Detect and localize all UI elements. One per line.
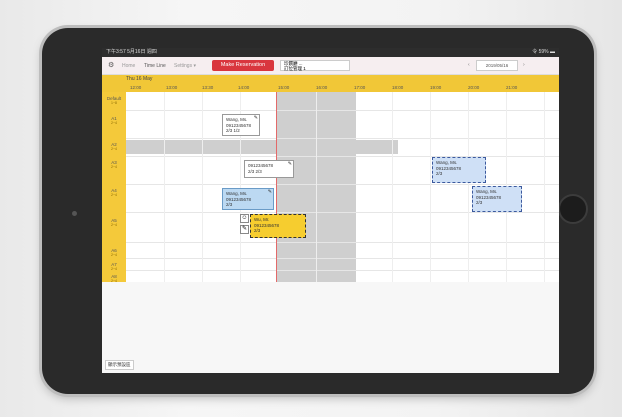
status-time: 下午3:57 5月16日 週四 <box>106 49 157 55</box>
hour-label: 16:00 <box>316 85 328 90</box>
grid-row-line <box>126 270 559 271</box>
hour-label: 17:00 <box>354 85 366 90</box>
blocked-table-shade <box>126 140 398 154</box>
hour-label: 21:00 <box>506 85 518 90</box>
shop-line-2: 訂位管理 1 <box>284 66 306 71</box>
date-label: Thu 16 May <box>126 76 153 82</box>
note-icon: ✎ <box>253 115 258 121</box>
grid-col-line <box>430 92 431 282</box>
reservation-card[interactable]: 0912345678 2/3 2/3 ✎ <box>244 160 294 178</box>
tablet-device: 下午3:57 5月16日 週四 令 59% ▬ ⚙ Home Time Line… <box>42 28 594 394</box>
row-label[interactable]: Default 1~8 <box>102 96 126 105</box>
row-label[interactable]: A6 2~4 <box>102 248 126 257</box>
note-icon: ✎ <box>287 161 292 167</box>
reservation-card[interactable]: Wang, Ms. 0912345678 2/3 <box>432 157 486 183</box>
note-icon: ✎ <box>267 189 272 195</box>
row-label[interactable]: A2 2~4 <box>102 142 126 151</box>
reservation-card[interactable]: Wang, Ms. 0912345678 2/3 <box>472 186 522 212</box>
row-label[interactable]: A1 2~4 <box>102 116 126 125</box>
hour-label: 12:00 <box>130 85 142 90</box>
show-default-area-button[interactable]: 顯示預設區 <box>105 360 134 370</box>
reservation-card[interactable]: Wang, Ms. 0912345678 2/3 ✎ <box>222 188 274 210</box>
hour-label: 18:00 <box>392 85 404 90</box>
selected-reservation-card[interactable]: Wu, Mr. 0912345678 2/3 <box>250 214 306 238</box>
grid-col-line <box>544 92 545 282</box>
next-date-icon[interactable]: › <box>523 62 525 68</box>
prev-date-icon[interactable]: ‹ <box>468 62 470 68</box>
edit-icon[interactable]: ✎ <box>240 225 249 234</box>
grid-row-line <box>126 242 559 243</box>
grid-col-line <box>202 92 203 282</box>
row-label[interactable]: A5 2~4 <box>102 218 126 227</box>
reservation-card[interactable]: Wang, Ms. 0912345678 2/3 1/2 ✎ <box>222 114 260 136</box>
grid-row-line <box>126 184 559 185</box>
nav-timeline[interactable]: Time Line <box>144 63 166 69</box>
grid-row-line <box>126 110 559 111</box>
make-reservation-button[interactable]: Make Reservation <box>212 60 274 71</box>
shop-selector[interactable]: 珍饌廳 ... 訂位管理 1 <box>280 60 350 71</box>
status-bar: 下午3:57 5月16日 週四 令 59% ▬ <box>102 48 559 57</box>
hour-label: 13:00 <box>166 85 178 90</box>
current-time-line <box>276 92 277 282</box>
hour-label: 14:00 <box>238 85 250 90</box>
grid-col-line <box>468 92 469 282</box>
hour-label: 15:00 <box>278 85 290 90</box>
grid-row-line <box>126 258 559 259</box>
status-battery: 令 59% ▬ <box>532 49 555 55</box>
grid-row-line <box>126 156 559 157</box>
home-button[interactable] <box>558 194 588 224</box>
date-field[interactable]: 2019/05/16 <box>476 60 518 71</box>
grid-row-line <box>126 212 559 213</box>
person-icon[interactable]: ☺ <box>240 214 249 223</box>
timeline-grid[interactable]: Wang, Ms. 0912345678 2/3 1/2 ✎ 0912345678 2… <box>126 92 559 282</box>
nav-home[interactable]: Home <box>122 63 135 69</box>
app-logo-icon[interactable]: ⚙ <box>108 61 114 69</box>
top-toolbar: ⚙ Home Time Line Settings ▾ Make Reserva… <box>102 57 559 75</box>
grid-col-line <box>316 92 317 282</box>
camera <box>72 211 77 216</box>
nav-settings[interactable]: Settings ▾ <box>174 63 196 69</box>
row-label[interactable]: A7 2~4 <box>102 262 126 271</box>
table-label-column: Default 1~8 A1 2~4 A2 2~4 A3 2~4 A4 2~4 A5 2~4… <box>102 92 126 283</box>
row-label[interactable]: A3 2~4 <box>102 160 126 169</box>
timeline-header: Thu 16 May 12:00 13:00 13:30 14:00 15:00… <box>102 75 559 92</box>
hour-label: 19:00 <box>430 85 442 90</box>
empty-area: 顯示預設區 <box>102 282 559 373</box>
grid-col-line <box>164 92 165 282</box>
row-label[interactable]: A4 2~4 <box>102 188 126 197</box>
grid-row-line <box>126 138 559 139</box>
app-screen: 下午3:57 5月16日 週四 令 59% ▬ ⚙ Home Time Line… <box>102 48 559 373</box>
hour-label: 13:30 <box>202 85 214 90</box>
hour-label: 20:00 <box>468 85 480 90</box>
grid-col-line <box>392 92 393 282</box>
